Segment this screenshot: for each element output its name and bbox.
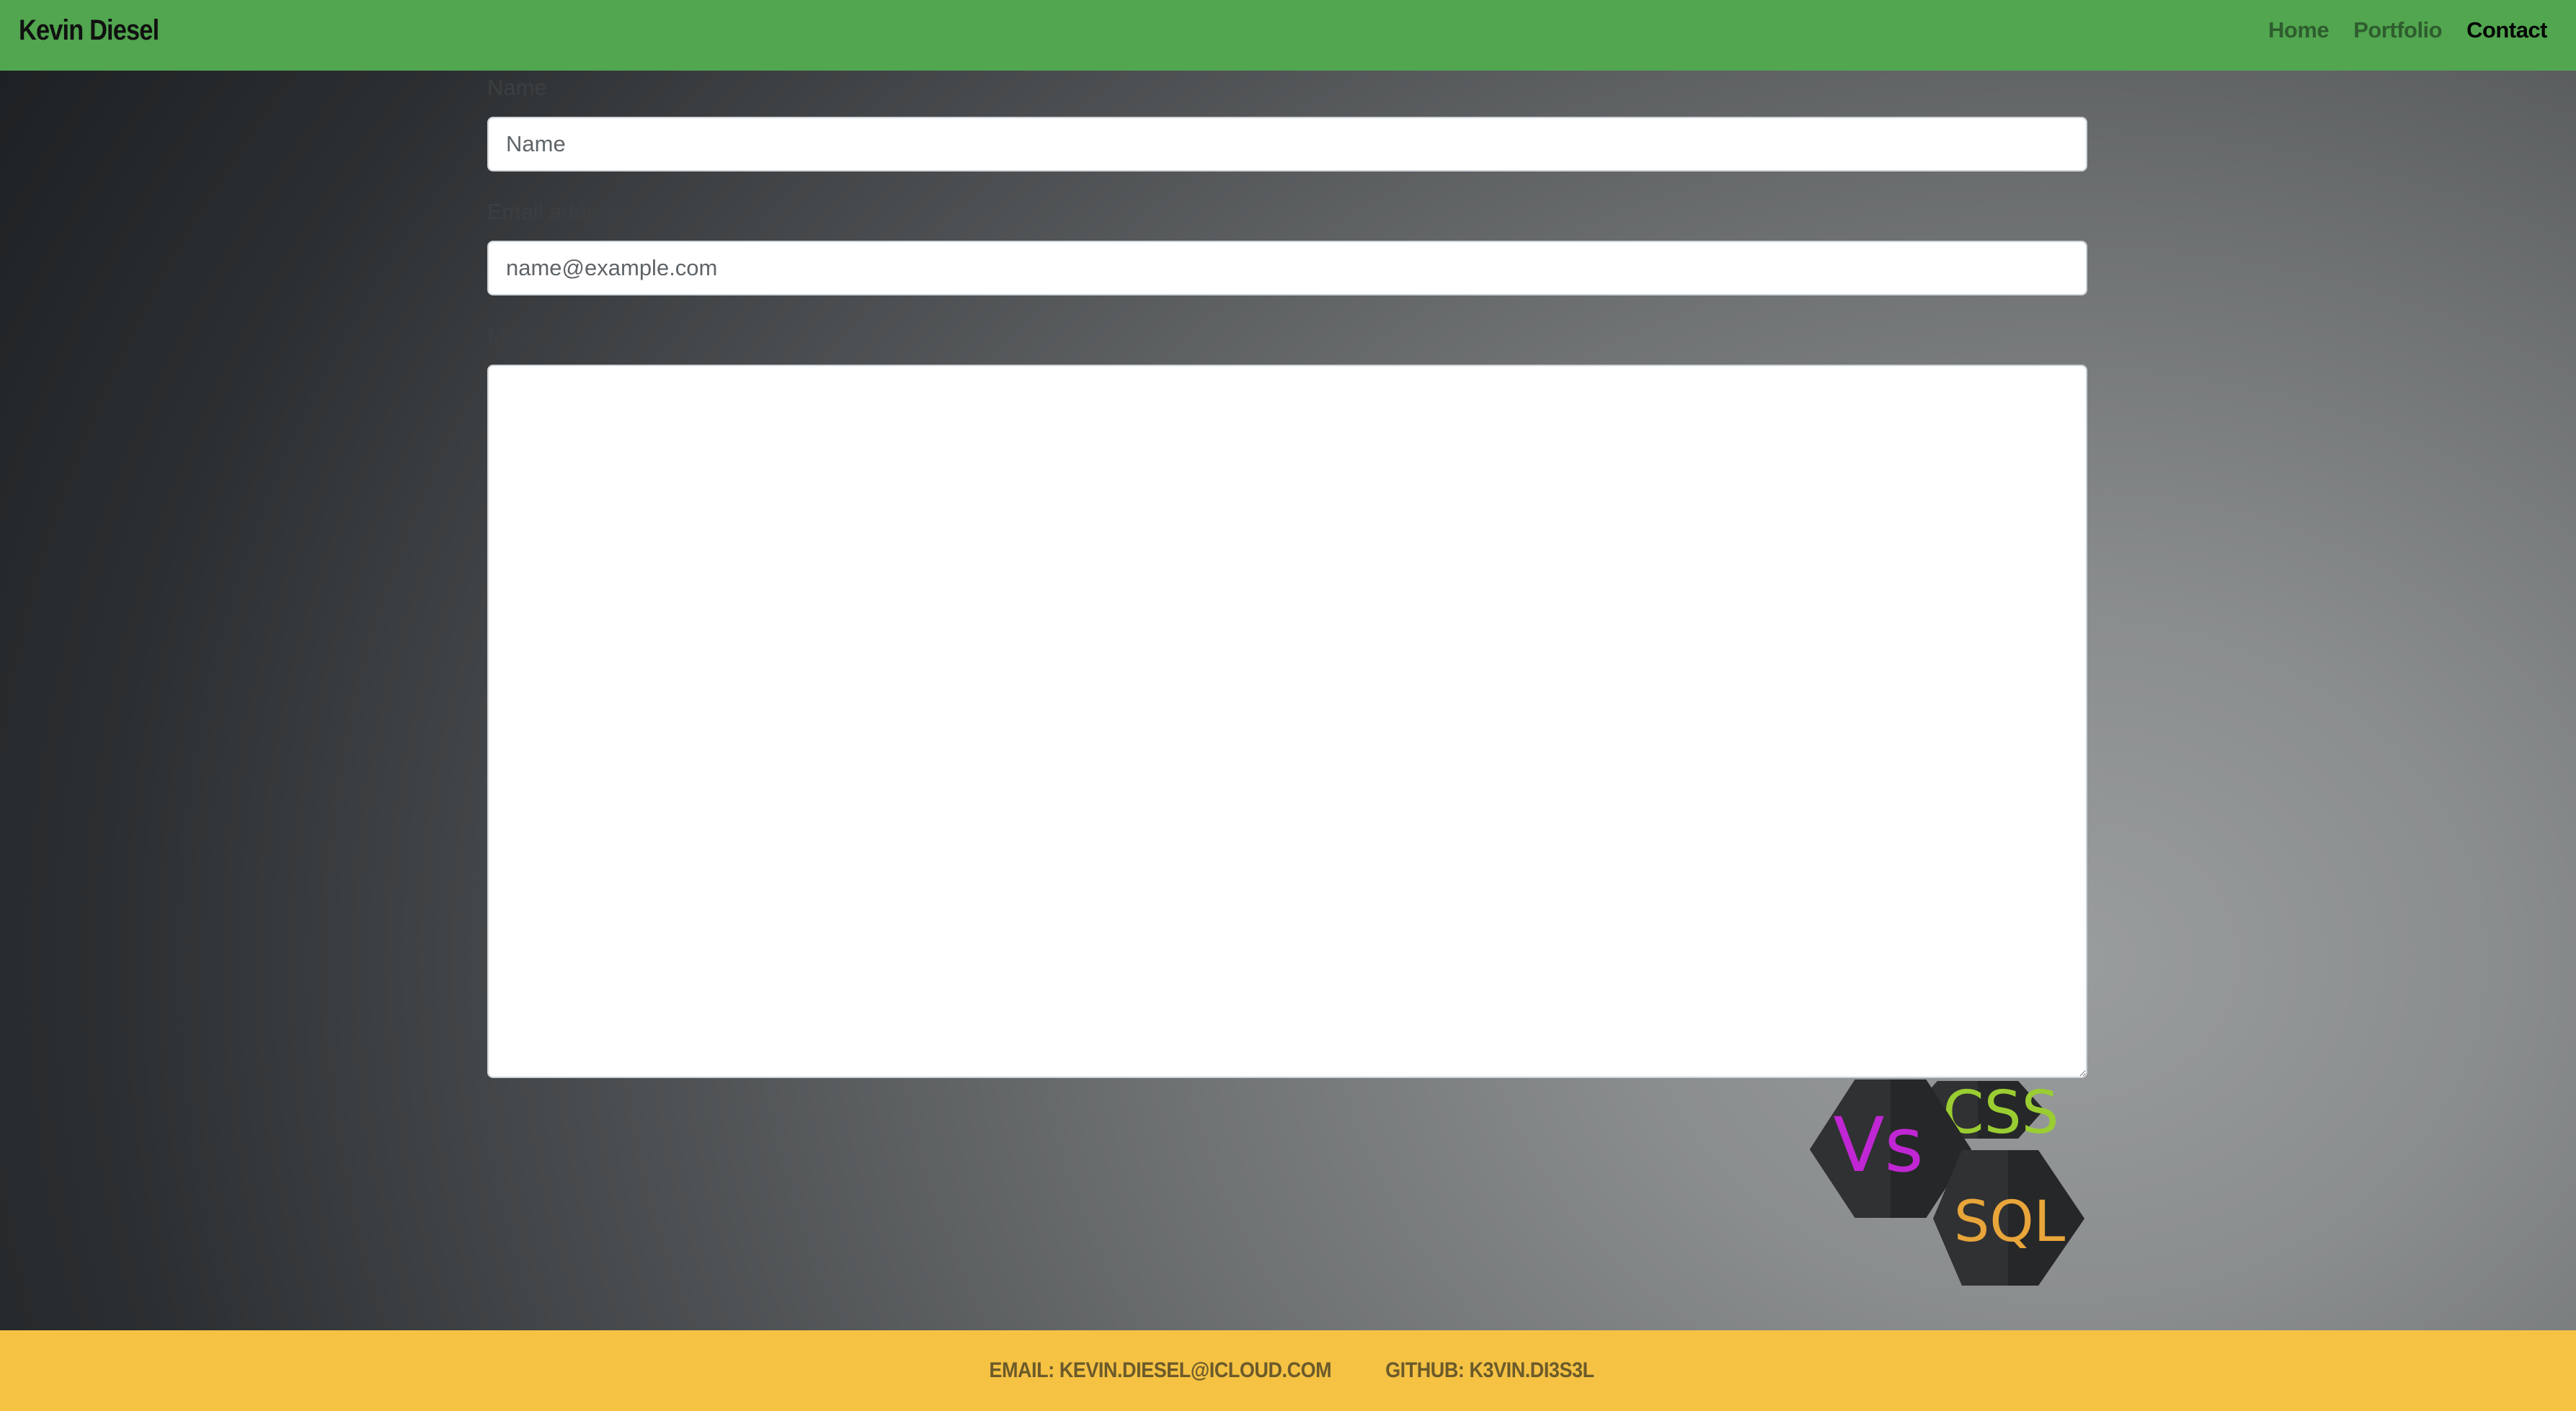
name-label: Name — [487, 75, 547, 100]
nav-link-contact[interactable]: Contact — [2466, 16, 2547, 45]
nav-link-home[interactable]: Home — [2268, 16, 2329, 45]
footer-email[interactable]: EMAIL: KEVIN.DIESEL@ICLOUD.COM — [990, 1358, 1332, 1383]
email-input[interactable] — [487, 241, 2087, 295]
navbar: Kevin Diesel Home Portfolio Contact — [0, 0, 2576, 71]
sql-logo-icon: SQL — [1933, 1150, 2084, 1286]
email-label: Email address — [487, 199, 629, 224]
vs-logo-text: Vs — [1833, 1101, 1923, 1189]
name-input[interactable] — [487, 117, 2087, 172]
footer-github[interactable]: GITHUB: K3VIN.DI3S3L — [1385, 1358, 1594, 1383]
nav-link-portfolio[interactable]: Portfolio — [2353, 16, 2442, 45]
message-label: Message — [487, 323, 578, 348]
tech-logos: CSS Vs SQL — [1799, 1052, 2095, 1290]
footer: EMAIL: KEVIN.DIESEL@ICLOUD.COM GITHUB: K… — [0, 1330, 2576, 1411]
message-textarea[interactable] — [487, 365, 2087, 1078]
brand-title[interactable]: Kevin Diesel — [19, 14, 159, 46]
sql-logo-text: SQL — [1954, 1190, 2066, 1255]
nav-links: Home Portfolio Contact — [2268, 16, 2547, 45]
